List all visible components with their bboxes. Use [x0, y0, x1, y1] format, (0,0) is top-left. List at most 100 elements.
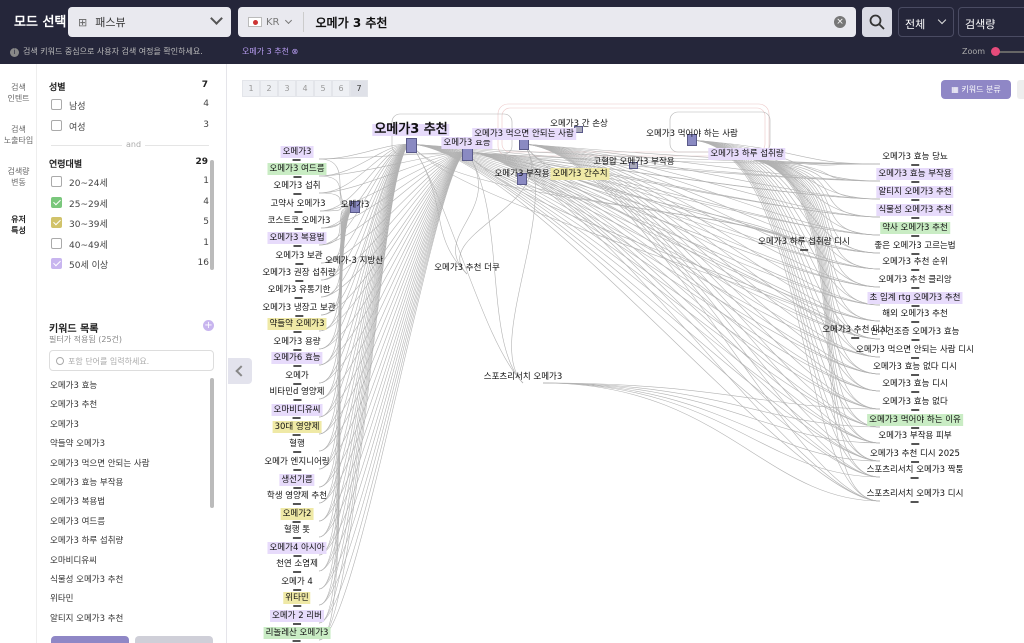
graph-node[interactable]: 오메가3 하루 섭취량: [708, 148, 786, 160]
graph-node[interactable]: 오메가3 용량: [271, 336, 322, 351]
graph-node[interactable]: 오메가3 부작용 피부: [876, 430, 953, 445]
graph-node[interactable]: 고약사 오메가3: [268, 198, 327, 213]
graph-node[interactable]: 오메가3 간 손상: [548, 118, 610, 130]
graph-node[interactable]: 오메가3 효능 없다 디시: [871, 361, 959, 376]
graph-node[interactable]: 스포츠리서치 오메가3: [482, 371, 565, 383]
search-button[interactable]: [862, 7, 892, 37]
graph-node[interactable]: 학생 영양제 추천: [265, 490, 329, 505]
reset-button[interactable]: [135, 636, 213, 643]
keyword-list-item[interactable]: 오메가3 하루 섭취량: [50, 535, 205, 554]
country-chevron-icon[interactable]: [284, 16, 292, 25]
graph-node[interactable]: 오메가3 부작용: [492, 168, 551, 180]
graph-node[interactable]: 오메가3 효능 부작용: [876, 168, 954, 183]
checkbox[interactable]: [51, 196, 62, 208]
graph-node[interactable]: 오메가3 효능 없다: [880, 396, 950, 411]
keyword-list-item[interactable]: 약들약 오메가3: [50, 438, 205, 457]
checkbox[interactable]: [51, 217, 62, 229]
gender-option[interactable]: 여성 3: [51, 119, 209, 133]
checkbox[interactable]: [51, 119, 62, 131]
graph-node[interactable]: 오메가3: [280, 146, 314, 161]
query-tag[interactable]: 오메가 3 추천 ⊗: [242, 46, 298, 57]
graph-node[interactable]: 오메가: [283, 370, 310, 385]
graph-node[interactable]: 오메가3 섭취: [271, 180, 322, 195]
mode-dropdown[interactable]: ⊞ 패스뷰: [68, 7, 231, 37]
graph-node[interactable]: 오메가3 보관: [273, 250, 324, 265]
graph-node[interactable]: 오메가3 추천 클리앙: [876, 274, 953, 289]
graph-node[interactable]: 오메가4 아시아: [267, 542, 327, 557]
age-option[interactable]: 30~39세 5: [51, 216, 209, 230]
graph-node[interactable]: 오메가3 유통기한: [266, 284, 333, 299]
keyword-search-input[interactable]: 포함 단어를 입력하세요.: [49, 350, 214, 371]
apply-button[interactable]: [51, 636, 129, 643]
graph-node[interactable]: 30대 영양제: [272, 421, 322, 436]
graph-node[interactable]: 식물성 오메가3 추천: [876, 204, 954, 219]
graph-node[interactable]: 오메가3 하루 섭취량 디시: [756, 236, 852, 251]
graph-node[interactable]: 오메가3 복용법: [267, 232, 327, 247]
graph-node[interactable]: 좋은 오메가3 고르는법: [872, 240, 957, 255]
age-option[interactable]: 40~49세 1: [51, 237, 209, 251]
graph-node[interactable]: 오메가 4: [279, 576, 315, 591]
graph-node[interactable]: 오메가-3 지방산: [323, 255, 385, 267]
clear-icon[interactable]: ×: [834, 16, 846, 28]
graph-node[interactable]: 오메가3 추천 순위: [880, 256, 950, 271]
keyword-list-item[interactable]: 식물성 오메가3 추천: [50, 574, 205, 593]
checkbox[interactable]: [51, 176, 62, 187]
graph-node[interactable]: 약사 오메가3 추천: [880, 222, 950, 237]
graph-node[interactable]: 오메가3 추천 디시 2025: [868, 448, 962, 463]
keyword-list-item[interactable]: 오메가3 복용법: [50, 496, 205, 515]
graph-node[interactable]: 오메가3 먹어야 하는 이유: [867, 414, 963, 429]
graph-node[interactable]: 해외 오메가3 추천: [880, 308, 950, 323]
graph-node[interactable]: 오메가3 먹어야 하는 사람: [644, 128, 740, 140]
checkbox[interactable]: [51, 237, 62, 249]
graph-node[interactable]: 오메가3 냉장고 보관: [260, 302, 337, 317]
search-input[interactable]: 오메가 3 추천: [316, 14, 388, 31]
graph-node[interactable]: 혈행 톳: [282, 524, 312, 539]
graph-node[interactable]: 리놀레산 오메가3: [263, 627, 331, 642]
graph-node[interactable]: 오메가3 추천: [372, 123, 450, 136]
graph-node[interactable]: 안구건조증 오메가3 효능: [868, 326, 961, 341]
graph-node[interactable]: 고혈압 오메가3 부작용: [591, 156, 676, 168]
graph-node[interactable]: 위타민: [283, 592, 311, 607]
graph-node[interactable]: 오메가 2 리버: [270, 610, 324, 625]
graph-node[interactable]: 스포츠리서치 오메가3 짝퉁: [865, 464, 966, 479]
rail-tab-3[interactable]: 유저 특성: [0, 214, 37, 236]
graph-node[interactable]: 오메가3 효능 디시: [880, 378, 950, 393]
collapse-panel-button[interactable]: [228, 358, 252, 384]
graph-node[interactable]: 스포츠리서치 오메가3 디시: [865, 488, 966, 503]
graph-node[interactable]: 비타민d 영양제: [267, 386, 326, 401]
graph-node[interactable]: 오메가3 효능 당뇨: [880, 151, 950, 166]
age-option[interactable]: 20~24세 1: [51, 175, 209, 189]
graph-node[interactable]: 오메가3 권장 섭취량: [260, 267, 337, 282]
filter-scrollbar[interactable]: [210, 160, 214, 270]
age-option[interactable]: 25~29세 4: [51, 196, 209, 210]
graph-node[interactable]: 약들약 오메가3: [267, 318, 327, 333]
checkbox[interactable]: [51, 99, 62, 110]
graph-node[interactable]: 오메가6 효능: [271, 352, 323, 367]
graph-canvas[interactable]: 1234567 키워드 분류 오메가3 추천오메가3 효능오메가3 먹으면 안되…: [227, 64, 1024, 643]
graph-node[interactable]: 초 임계 rtg 오메가3 추천: [867, 292, 963, 307]
graph-node[interactable]: 오메가3 간수치: [550, 168, 610, 180]
age-option[interactable]: 50세 이상 16: [51, 257, 209, 271]
keyword-list-item[interactable]: 오마비디유씨: [50, 555, 205, 574]
graph-node[interactable]: 천연 소염제: [274, 558, 320, 573]
keyword-list-item[interactable]: 오메가3: [50, 419, 205, 438]
graph-node[interactable]: 오마비디유씨: [271, 404, 323, 419]
hub-node-marker[interactable]: [406, 138, 417, 153]
scope-dropdown[interactable]: 전체: [898, 7, 954, 37]
graph-node[interactable]: 오메가2: [280, 508, 314, 523]
keyword-list-item[interactable]: 알티지 오메가3 추천: [50, 613, 205, 632]
keyword-list-item[interactable]: 오메가3 여드름: [50, 516, 205, 535]
graph-node[interactable]: 생선기름: [279, 474, 315, 489]
graph-node[interactable]: 알티지 오메가3 추천: [876, 186, 954, 201]
checkbox[interactable]: [51, 258, 62, 270]
graph-node[interactable]: 코스트코 오메가3: [266, 215, 333, 230]
rail-tab-0[interactable]: 검색 인텐트: [0, 82, 37, 104]
graph-node[interactable]: 혈행: [287, 438, 307, 453]
keyword-list-item[interactable]: 오메가3 먹으면 안되는 사람: [50, 458, 205, 477]
rail-tab-1[interactable]: 검색 노출타입: [0, 124, 37, 146]
keyword-scrollbar[interactable]: [210, 378, 214, 508]
gender-option[interactable]: 남성 4: [51, 98, 209, 112]
search-bar[interactable]: KR 오메가 3 추천 ×: [238, 7, 856, 37]
zoom-slider-handle[interactable]: [991, 47, 1000, 56]
graph-node[interactable]: 오메가 엔지니어링: [262, 456, 331, 471]
